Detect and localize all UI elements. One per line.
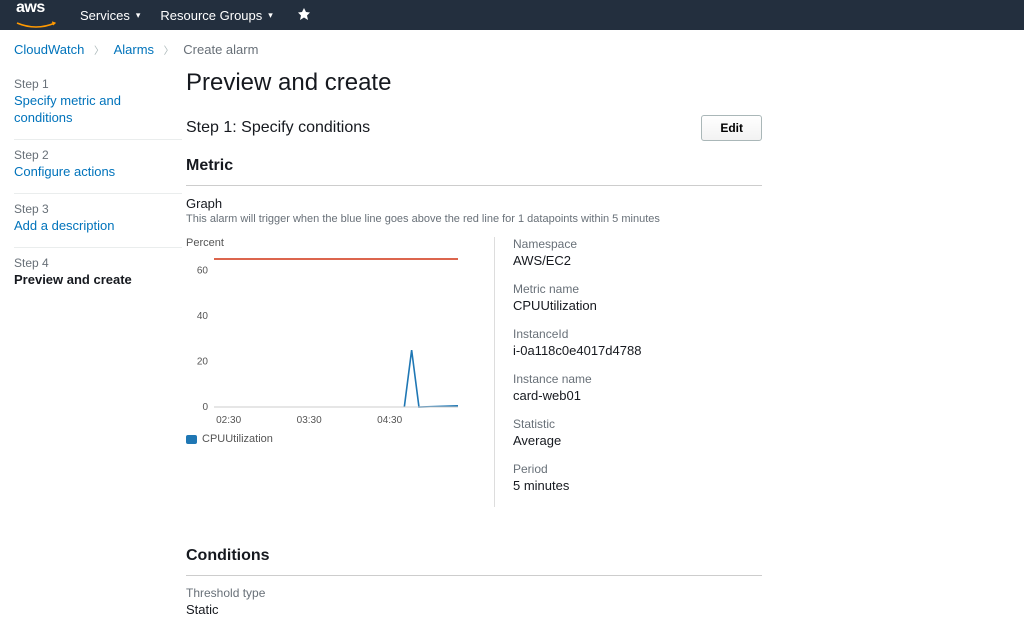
breadcrumb: CloudWatch 〉 Alarms 〉 Create alarm	[0, 30, 1024, 69]
step-1-link[interactable]: Specify metric and conditions	[14, 93, 182, 127]
svg-text:0: 0	[202, 402, 208, 413]
legend-swatch	[186, 435, 197, 444]
services-menu[interactable]: Services ▾	[80, 8, 140, 23]
breadcrumb-alarms[interactable]: Alarms	[114, 42, 154, 57]
edit-button[interactable]: Edit	[701, 115, 762, 141]
period-value: 5 minutes	[513, 478, 762, 493]
wizard-sidebar: Step 1 Specify metric and conditions Ste…	[14, 69, 182, 617]
namespace-value: AWS/EC2	[513, 253, 762, 268]
step-3: Step 3 Add a description	[14, 194, 182, 248]
threshold-type-label: Threshold type	[186, 586, 762, 600]
step-4-current: Preview and create	[14, 272, 182, 289]
graph-description: This alarm will trigger when the blue li…	[186, 213, 762, 225]
resource-groups-label: Resource Groups	[160, 8, 262, 23]
period-label: Period	[513, 462, 762, 476]
chart-legend: CPUUtilization	[186, 433, 466, 445]
breadcrumb-current: Create alarm	[183, 42, 258, 57]
step-3-link[interactable]: Add a description	[14, 218, 182, 235]
services-label: Services	[80, 8, 130, 23]
step-4: Step 4 Preview and create	[14, 248, 182, 301]
metric-section-title: Metric	[186, 157, 762, 186]
chevron-right-icon: 〉	[94, 46, 104, 57]
resource-groups-menu[interactable]: Resource Groups ▾	[160, 8, 272, 23]
svg-text:04:30: 04:30	[377, 415, 402, 426]
metric-name-value: CPUUtilization	[513, 298, 762, 313]
chart-area: 0 20 40 60 02:30 03:30 04:30	[186, 257, 466, 427]
svg-text:40: 40	[197, 311, 209, 322]
line-chart: 0 20 40 60 02:30 03:30 04:30	[186, 257, 466, 427]
pin-icon[interactable]	[297, 7, 311, 24]
conditions-section-title: Conditions	[186, 547, 762, 576]
metric-name-label: Metric name	[513, 282, 762, 296]
chevron-right-icon: 〉	[164, 46, 174, 57]
legend-label: CPUUtilization	[202, 433, 273, 445]
statistic-label: Statistic	[513, 417, 762, 431]
step-1: Step 1 Specify metric and conditions	[14, 69, 182, 140]
chevron-down-icon: ▾	[136, 10, 141, 21]
main-content: Preview and create Step 1: Specify condi…	[182, 69, 762, 617]
metric-meta: Namespace AWS/EC2 Metric name CPUUtiliza…	[494, 237, 762, 507]
threshold-type-value: Static	[186, 602, 762, 617]
top-nav: aws Services ▾ Resource Groups ▾	[0, 0, 1024, 30]
namespace-label: Namespace	[513, 237, 762, 251]
step-2-label: Step 2	[14, 148, 182, 162]
statistic-value: Average	[513, 433, 762, 448]
instance-name-label: Instance name	[513, 372, 762, 386]
step-4-label: Step 4	[14, 256, 182, 270]
breadcrumb-cloudwatch[interactable]: CloudWatch	[14, 42, 84, 57]
step-1-label: Step 1	[14, 77, 182, 91]
chart-column: Percent 0 20 40 60 02:30 03:30 04:30 CPUUtiliz…	[186, 237, 466, 507]
page-title: Preview and create	[186, 69, 762, 97]
graph-label: Graph	[186, 196, 762, 211]
y-axis-unit: Percent	[186, 237, 466, 249]
svg-text:02:30: 02:30	[216, 415, 241, 426]
chevron-down-icon: ▾	[268, 10, 273, 21]
svg-text:03:30: 03:30	[297, 415, 322, 426]
aws-logo[interactable]: aws	[16, 0, 56, 32]
step-header: Step 1: Specify conditions Edit	[186, 115, 762, 141]
instance-name-value: card-web01	[513, 388, 762, 403]
instance-id-label: InstanceId	[513, 327, 762, 341]
conditions-block: Conditions Threshold type Static	[186, 547, 762, 617]
aws-logo-text: aws	[16, 0, 56, 17]
step-header-text: Step 1: Specify conditions	[186, 119, 370, 137]
svg-text:60: 60	[197, 265, 209, 276]
step-2-link[interactable]: Configure actions	[14, 164, 182, 181]
aws-smile-icon	[16, 21, 56, 29]
step-3-label: Step 3	[14, 202, 182, 216]
step-2: Step 2 Configure actions	[14, 140, 182, 194]
svg-text:20: 20	[197, 356, 209, 367]
instance-id-value: i-0a118c0e4017d4788	[513, 343, 762, 358]
